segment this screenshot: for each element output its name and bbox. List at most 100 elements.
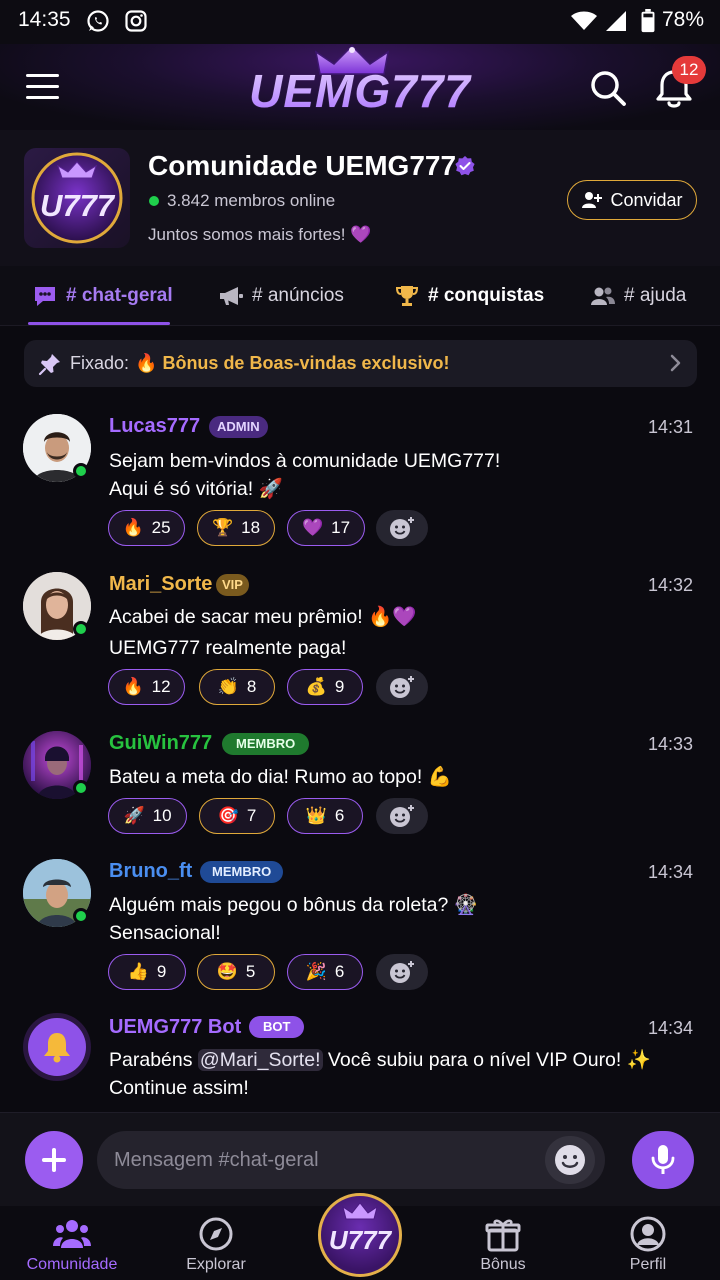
tab-label: # chat-geral — [66, 285, 173, 306]
notification-badge: 12 — [672, 56, 706, 84]
reaction-button[interactable]: 🔥 12 — [108, 669, 185, 705]
reaction-button[interactable]: 👍 9 — [108, 954, 186, 990]
pinned-text: 🔥 Bônus de Boas-vindas exclusivo! — [135, 353, 450, 373]
tab-anuncios[interactable]: # anúncios — [218, 266, 344, 326]
app-header: UEMG777 12 — [0, 44, 720, 130]
nav-label: Explorar — [186, 1256, 246, 1273]
reaction-button[interactable]: 🚀 10 — [108, 798, 187, 834]
reaction-count: 17 — [331, 518, 351, 537]
reaction-count: 5 — [245, 962, 256, 981]
reaction-button[interactable]: 💜 17 — [287, 510, 365, 546]
community-name: Comunidade UEMG777 — [148, 150, 457, 181]
message-username[interactable]: UEMG777 Bot — [109, 1016, 241, 1039]
signal-icon — [606, 11, 626, 31]
message-username[interactable]: Bruno_ft — [109, 860, 192, 883]
message-time: 14:33 — [648, 734, 694, 754]
online-status-dot — [73, 908, 89, 924]
add-reaction-button[interactable] — [376, 669, 428, 705]
reaction-emoji: 🎉 — [305, 962, 327, 981]
message-time: 14:32 — [648, 575, 694, 595]
reaction-emoji: 💜 — [301, 518, 324, 537]
reaction-count: 10 — [152, 806, 172, 825]
role-badge-membro: MEMBRO — [200, 861, 284, 883]
home-logo-button[interactable]: U777 — [318, 1193, 402, 1277]
message-time: 14:34 — [648, 1018, 694, 1038]
reaction-emoji: 💰 — [305, 677, 327, 696]
search-icon[interactable] — [588, 68, 628, 108]
reaction-button[interactable]: 🎉 6 — [287, 954, 363, 990]
reaction-count: 12 — [151, 677, 171, 696]
smiley-icon — [555, 1145, 585, 1175]
reaction-button[interactable]: 🎯 7 — [199, 798, 275, 834]
reaction-count: 8 — [246, 677, 257, 696]
tab-ajuda[interactable]: # ajuda — [590, 266, 686, 326]
message-username[interactable]: Lucas777 — [109, 415, 200, 438]
community-icon — [53, 1220, 91, 1248]
avatar-bot[interactable] — [23, 1013, 91, 1081]
message-username[interactable]: GuiWin777 — [109, 732, 212, 755]
attach-button[interactable] — [25, 1131, 83, 1189]
home-logo-text: U777 — [328, 1225, 392, 1255]
user-mention[interactable]: @Mari_Sorte! — [197, 1049, 323, 1071]
message-line: Continue assim! — [109, 1077, 249, 1099]
online-indicator — [149, 196, 159, 206]
reaction-count: 9 — [156, 962, 167, 981]
add-reaction-button[interactable] — [376, 798, 428, 834]
tab-conquistas[interactable]: # conquistas — [394, 266, 544, 326]
add-emoji-icon — [390, 676, 414, 698]
message-text: Acabei de sacar meu prêmio! 🔥💜 UEMG777 r… — [109, 603, 669, 662]
tab-label: # anúncios — [252, 285, 344, 306]
whatsapp-icon — [87, 10, 109, 32]
tab-chat-geral[interactable]: # chat-geral — [32, 266, 173, 326]
message-time: 14:31 — [648, 417, 694, 437]
message-text: Alguém mais pegou o bônus da roleta? 🎡 S… — [109, 891, 669, 947]
pinned-message[interactable]: Fixado: 🔥 Bônus de Boas-vindas exclusivo… — [24, 340, 697, 387]
online-status-dot — [73, 780, 89, 796]
role-badge-bot: BOT — [249, 1016, 305, 1038]
message-line: Sensacional! — [109, 922, 221, 944]
reaction-button[interactable]: 👏 8 — [199, 669, 275, 705]
microphone-icon — [651, 1145, 675, 1174]
role-badge-vip: VIP — [216, 574, 249, 596]
app-logo: UEMG777 — [210, 64, 510, 118]
microphone-button[interactable] — [632, 1131, 694, 1189]
reaction-button[interactable]: 💰 9 — [287, 669, 363, 705]
online-status-dot — [73, 463, 89, 479]
reaction-button[interactable]: 🔥 25 — [108, 510, 185, 546]
wifi-icon — [571, 11, 597, 30]
emoji-button[interactable] — [545, 1136, 595, 1184]
nav-perfil[interactable]: Perfil — [588, 1206, 708, 1280]
reaction-emoji: 👏 — [217, 677, 239, 696]
community-header: U777 Comunidade UEMG777 3.842 membros on… — [0, 130, 720, 266]
role-badge-admin: ADMIN — [209, 416, 268, 438]
add-emoji-icon — [390, 517, 414, 539]
invite-button[interactable]: Convidar — [567, 180, 697, 220]
reaction-emoji: 🎯 — [217, 806, 239, 825]
nav-comunidade[interactable]: Comunidade — [12, 1206, 132, 1280]
tab-label: # ajuda — [624, 285, 687, 306]
reaction-count: 18 — [241, 518, 261, 537]
message-username[interactable]: Mari_Sorte — [109, 573, 212, 596]
message-input[interactable] — [97, 1131, 605, 1189]
reaction-emoji: 🤩 — [216, 962, 238, 981]
reaction-emoji: 🔥 — [122, 518, 144, 537]
add-reaction-button[interactable] — [376, 510, 428, 546]
nav-explorar[interactable]: Explorar — [156, 1206, 276, 1280]
reaction-button[interactable]: 🤩 5 — [197, 954, 275, 990]
pinned-label: Fixado: — [70, 353, 130, 373]
reaction-emoji: 🚀 — [123, 806, 145, 825]
megaphone-icon — [220, 287, 243, 305]
add-reaction-button[interactable] — [376, 954, 428, 990]
message-text-part: Você subiu para o nível VIP Ouro! ✨ — [322, 1049, 652, 1071]
battery-icon — [641, 9, 655, 33]
community-logo: U777 — [24, 148, 130, 248]
reaction-button[interactable]: 👑 6 — [287, 798, 363, 834]
reaction-button[interactable]: 🏆 18 — [197, 510, 275, 546]
profile-icon — [630, 1216, 666, 1252]
nav-bonus[interactable]: Bônus — [443, 1206, 563, 1280]
add-user-icon — [582, 192, 603, 208]
reaction-count: 9 — [334, 677, 345, 696]
message-line: Aqui é só vitória! 🚀 — [109, 478, 283, 500]
community-tagline: Juntos somos mais fortes! 💜 — [148, 225, 372, 244]
menu-button[interactable] — [26, 74, 60, 100]
